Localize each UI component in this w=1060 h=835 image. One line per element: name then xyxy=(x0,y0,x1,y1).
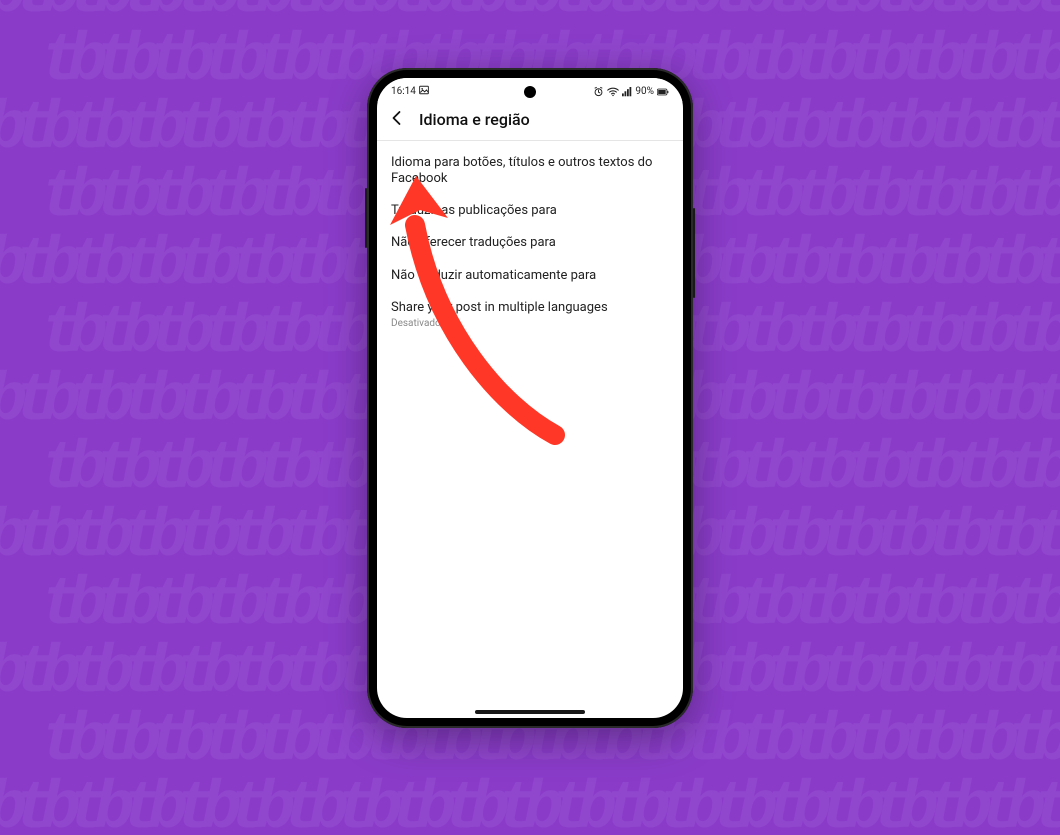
picture-icon xyxy=(419,85,429,98)
phone-side-button xyxy=(365,188,367,248)
page-title: Idioma e região xyxy=(419,110,530,129)
phone-frame: 16:14 90% xyxy=(367,68,693,728)
setting-sublabel: Desativado xyxy=(391,318,669,329)
setting-item-language-facebook[interactable]: Idioma para botões, títulos e outros tex… xyxy=(377,147,683,196)
setting-label: Share your post in multiple languages xyxy=(391,300,669,316)
signal-icon xyxy=(622,87,632,97)
front-camera xyxy=(524,86,536,98)
setting-item-no-translations-for[interactable]: Não oferecer traduções para xyxy=(377,227,683,259)
setting-item-no-auto-translate-for[interactable]: Não traduzir automaticamente para xyxy=(377,260,683,292)
alarm-icon xyxy=(593,86,604,97)
status-battery-text: 90% xyxy=(635,86,654,97)
setting-item-share-multiple-languages[interactable]: Share your post in multiple languages De… xyxy=(377,292,683,337)
setting-item-translate-posts-to[interactable]: Traduzir as publicações para xyxy=(377,195,683,227)
setting-label: Traduzir as publicações para xyxy=(391,203,669,219)
status-time: 16:14 xyxy=(391,86,416,97)
home-indicator[interactable] xyxy=(475,710,585,714)
setting-label: Não oferecer traduções para xyxy=(391,235,669,251)
phone-screen: 16:14 90% xyxy=(377,78,683,718)
wifi-icon xyxy=(607,87,619,97)
setting-label: Não traduzir automaticamente para xyxy=(391,268,669,284)
chevron-left-icon xyxy=(389,110,405,130)
phone-side-button xyxy=(693,208,695,298)
back-button[interactable] xyxy=(387,110,407,130)
settings-list: Idioma para botões, títulos e outros tex… xyxy=(377,141,683,718)
setting-label: Idioma para botões, títulos e outros tex… xyxy=(391,155,669,188)
app-header: Idioma e região xyxy=(377,102,683,141)
battery-icon xyxy=(657,87,669,97)
